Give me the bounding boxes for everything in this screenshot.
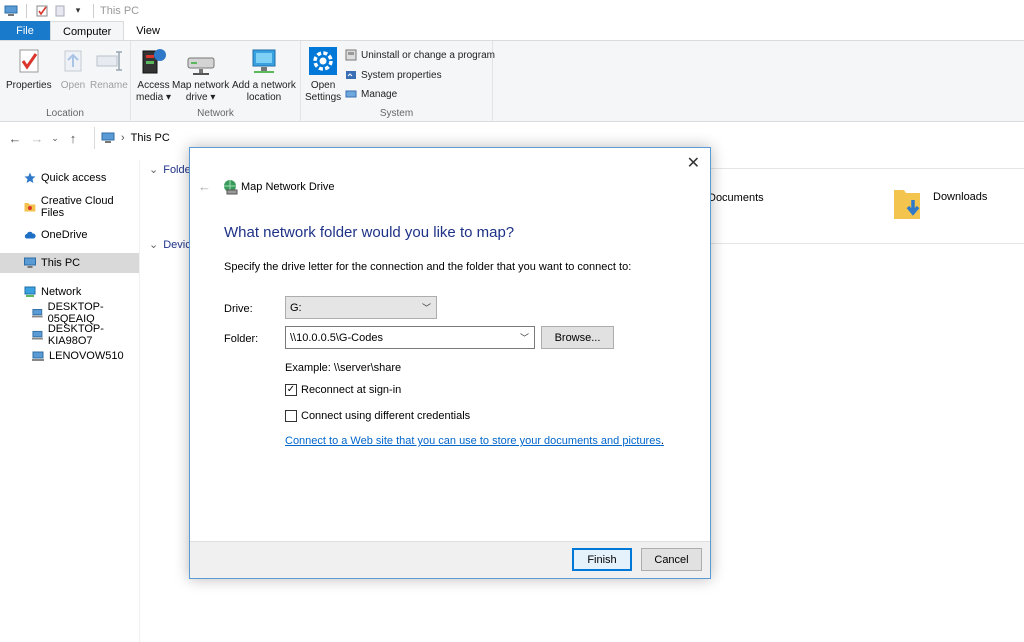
folder-label: Folder: — [224, 333, 259, 345]
dialog-heading: What network folder would you like to ma… — [224, 224, 515, 241]
divider — [93, 3, 94, 18]
properties-icon[interactable] — [35, 4, 49, 18]
folders-section-header[interactable]: ⌄ Folde — [149, 163, 191, 177]
back-arrow-icon[interactable]: ← — [4, 131, 26, 146]
documents-folder[interactable]: Documents — [708, 192, 764, 204]
recent-locations-chevron-icon[interactable]: ⌄ — [48, 133, 62, 144]
window-title: This PC — [100, 4, 140, 17]
divider — [26, 3, 27, 18]
media-icon — [142, 49, 166, 74]
title-bar: ▾ This PC — [0, 0, 1024, 21]
cloud-icon — [24, 231, 36, 239]
pc-icon — [24, 257, 36, 268]
manage-icon — [345, 90, 357, 98]
tab-computer[interactable]: Computer — [50, 21, 125, 41]
network-drive-icon — [187, 57, 215, 75]
back-arrow-icon[interactable]: ← — [198, 179, 211, 194]
credentials-checkbox-row[interactable]: Connect using different credentials — [285, 410, 470, 422]
downloads-folder[interactable]: Downloads — [893, 186, 987, 222]
sidebar-item-creative-cloud[interactable]: Creative Cloud Files — [0, 195, 139, 219]
sidebar-item-this-pc[interactable]: This PC — [0, 253, 139, 273]
star-icon — [24, 172, 36, 183]
dialog-footer: Finish Cancel — [190, 541, 710, 578]
sidebar-item-onedrive[interactable]: OneDrive — [0, 225, 139, 245]
sidebar-item-network[interactable]: Network — [0, 282, 139, 302]
manage-button[interactable]: Manage — [345, 88, 397, 100]
reconnect-checkbox-row[interactable]: ✓ Reconnect at sign-in — [285, 384, 401, 396]
chevron-down-icon: ⌄ — [149, 164, 159, 176]
breadcrumb-separator-icon: › — [121, 132, 125, 144]
network-drive-icon — [224, 180, 238, 195]
uninstall-program-button[interactable]: Uninstall or change a program — [345, 49, 495, 61]
new-folder-icon[interactable] — [53, 4, 67, 18]
open-button[interactable]: Open — [57, 45, 89, 92]
uninstall-icon — [345, 49, 357, 61]
close-icon[interactable]: ✕ — [687, 153, 700, 173]
chevron-down-icon: ⌄ — [149, 239, 159, 251]
network-group: Access media ▾ Map network drive ▾ Add a… — [131, 41, 301, 122]
credentials-checkbox[interactable] — [285, 410, 297, 422]
navigation-pane: Quick access Creative Cloud Files OneDri… — [0, 160, 140, 642]
drive-letter-select[interactable]: G: ﹀ — [285, 296, 437, 319]
forward-arrow-icon[interactable]: → — [26, 131, 48, 146]
system-properties-button[interactable]: System properties — [345, 69, 442, 81]
sidebar-item-quick-access[interactable]: Quick access — [0, 168, 139, 188]
rename-button[interactable]: Rename — [90, 45, 128, 92]
sidebar-item-desktop-kia98o7[interactable]: DESKTOP-KIA98O7 — [0, 323, 139, 347]
pc-icon — [101, 132, 115, 143]
open-icon — [64, 50, 82, 72]
finish-button[interactable]: Finish — [572, 548, 632, 571]
properties-button[interactable]: Properties — [6, 45, 52, 92]
sidebar-item-desktop-05qeaiq[interactable]: DESKTOP-05QEAIQ — [0, 301, 139, 325]
web-site-link[interactable]: Connect to a Web site that you can use t… — [285, 435, 664, 447]
computer-icon — [32, 309, 43, 318]
settings-gear-icon — [309, 47, 338, 75]
computer-icon — [32, 351, 44, 361]
dialog-description: Specify the drive letter for the connect… — [224, 261, 632, 273]
system-group-label: System — [379, 108, 414, 119]
map-network-drive-dialog: ✕ ← Map Network Drive What network folde… — [189, 147, 711, 579]
folder-path-combobox[interactable]: \\10.0.0.5\G-Codes ﹀ — [285, 326, 535, 349]
rename-icon — [96, 51, 122, 71]
pc-icon — [4, 4, 18, 18]
ribbon: Properties Open Rename Location Access m… — [0, 40, 1024, 122]
ribbon-tabs: File Computer View — [0, 21, 1024, 41]
access-media-button[interactable]: Access media ▾ — [136, 45, 171, 104]
properties-icon — [19, 49, 39, 73]
computer-icon — [32, 330, 43, 340]
breadcrumb-this-pc[interactable]: This PC — [131, 132, 170, 144]
folder-icon — [24, 203, 36, 212]
address-bar[interactable]: › This PC — [94, 127, 1024, 149]
reconnect-checkbox[interactable]: ✓ — [285, 384, 297, 396]
location-group: Properties Open Rename Location — [0, 41, 131, 122]
open-settings-button[interactable]: Open Settings — [305, 45, 341, 104]
map-network-drive-button[interactable]: Map network drive ▾ — [172, 45, 229, 104]
tab-file[interactable]: File — [0, 21, 50, 41]
browse-button[interactable]: Browse... — [541, 326, 614, 349]
location-group-label: Location — [46, 108, 84, 119]
network-location-icon — [252, 49, 276, 73]
drive-label: Drive: — [224, 303, 253, 315]
downloads-folder-icon — [894, 190, 920, 219]
add-network-location-button[interactable]: Add a network location — [232, 45, 296, 104]
quick-access-toolbar: ▾ — [0, 3, 98, 18]
chevron-down-icon: ﹀ — [421, 303, 431, 313]
network-icon — [24, 286, 36, 297]
dialog-title: Map Network Drive — [241, 181, 335, 193]
chevron-down-icon[interactable]: ﹀ — [520, 331, 529, 344]
sidebar-item-lenovow510[interactable]: LENOVOW510 — [0, 346, 139, 366]
cancel-button[interactable]: Cancel — [641, 548, 702, 571]
system-properties-icon — [346, 71, 356, 79]
customize-toolbar-icon[interactable]: ▾ — [71, 4, 85, 18]
up-arrow-icon[interactable]: ↑ — [62, 131, 84, 146]
tab-view[interactable]: View — [124, 21, 172, 41]
network-group-label: Network — [197, 108, 234, 119]
example-text: Example: \\server\share — [285, 362, 402, 374]
